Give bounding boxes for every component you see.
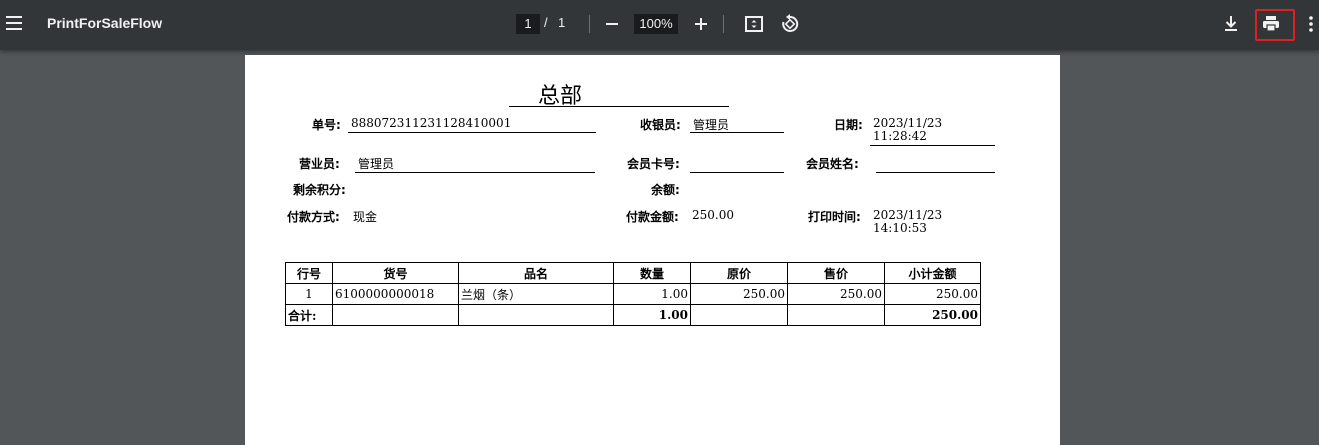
date-value-line2: 11:28:42 (873, 129, 927, 143)
rotate-icon[interactable] (778, 12, 802, 36)
order-no-label: 单号: (312, 118, 341, 132)
cell-original-price: 250.00 (690, 283, 788, 305)
salesperson-value: 管理员 (358, 157, 395, 171)
toolbar-divider (589, 15, 590, 33)
order-no-value: 888072311231128410001 (351, 116, 512, 130)
column-header: 售价 (787, 262, 885, 284)
zoom-out-icon[interactable] (600, 12, 624, 36)
column-header: 小计金额 (884, 262, 981, 284)
print-time-line1: 2023/11/23 (873, 208, 943, 222)
pdf-toolbar: PrintForSaleFlow 1 / 1 100% (0, 0, 1319, 50)
print-time-label: 打印时间: (808, 210, 861, 224)
fit-to-page-icon[interactable] (742, 12, 766, 36)
salesperson-label: 营业员: (299, 157, 340, 171)
document-title: PrintForSaleFlow (47, 15, 163, 31)
member-name-underline (876, 172, 995, 173)
page-separator: / (544, 15, 548, 30)
total-quantity: 1.00 (613, 304, 691, 326)
total-label: 合计: (285, 304, 333, 326)
items-table: 行号 货号 品名 数量 原价 售价 小计金额 1 6100000000018 兰… (285, 262, 981, 326)
table-header-row: 行号 货号 品名 数量 原价 售价 小计金额 (285, 262, 981, 284)
menu-icon[interactable] (6, 16, 22, 30)
date-underline (870, 145, 995, 146)
balance-label: 余额: (651, 183, 680, 197)
cashier-value: 管理员 (693, 118, 730, 132)
print-highlight-box (1255, 9, 1295, 41)
cell-quantity: 1.00 (613, 283, 691, 305)
more-options-icon[interactable] (1299, 12, 1319, 36)
member-card-label: 会员卡号: (627, 157, 680, 171)
table-total-row: 合计: 1.00 250.00 (285, 304, 981, 326)
total-empty-cell (332, 304, 459, 326)
column-header: 货号 (332, 262, 459, 284)
download-icon[interactable] (1219, 12, 1243, 36)
pay-method-label: 付款方式: (287, 210, 340, 224)
date-label: 日期: (834, 118, 863, 132)
total-empty-cell (690, 304, 788, 326)
cell-sale-price: 250.00 (787, 283, 885, 305)
page-total: 1 (558, 15, 566, 30)
column-header: 原价 (690, 262, 788, 284)
total-empty-cell (458, 304, 614, 326)
points-label: 剩余积分: (293, 183, 346, 197)
order-no-underline (348, 132, 596, 133)
pay-amount-label: 付款金额: (626, 210, 679, 224)
cashier-label: 收银员: (640, 118, 681, 132)
salesperson-underline (355, 172, 595, 173)
cell-line-no: 1 (285, 283, 333, 305)
toolbar-divider (723, 15, 724, 33)
member-name-label: 会员姓名: (806, 157, 859, 171)
member-card-underline (690, 172, 784, 173)
cell-item-name: 兰烟（条） (458, 283, 614, 305)
zoom-level-input[interactable]: 100% (634, 14, 678, 34)
total-amount: 250.00 (884, 304, 981, 326)
column-header: 行号 (285, 262, 333, 284)
cell-item-code: 6100000000018 (332, 283, 459, 305)
cell-subtotal: 250.00 (884, 283, 981, 305)
table-row: 1 6100000000018 兰烟（条） 1.00 250.00 250.00… (285, 283, 981, 305)
pay-method-value: 现金 (353, 210, 378, 224)
cashier-underline (690, 132, 784, 133)
document-page: 总部 单号: 888072311231128410001 收银员: 管理员 日期… (245, 55, 1060, 445)
pay-amount-value: 250.00 (692, 208, 734, 222)
date-value-line1: 2023/11/23 (873, 116, 943, 130)
zoom-in-icon[interactable] (689, 12, 713, 36)
column-header: 品名 (458, 262, 614, 284)
title-underline (509, 106, 729, 107)
page-number-input[interactable]: 1 (516, 14, 540, 34)
column-header: 数量 (613, 262, 691, 284)
total-empty-cell (787, 304, 885, 326)
print-time-line2: 14:10:53 (873, 221, 927, 235)
